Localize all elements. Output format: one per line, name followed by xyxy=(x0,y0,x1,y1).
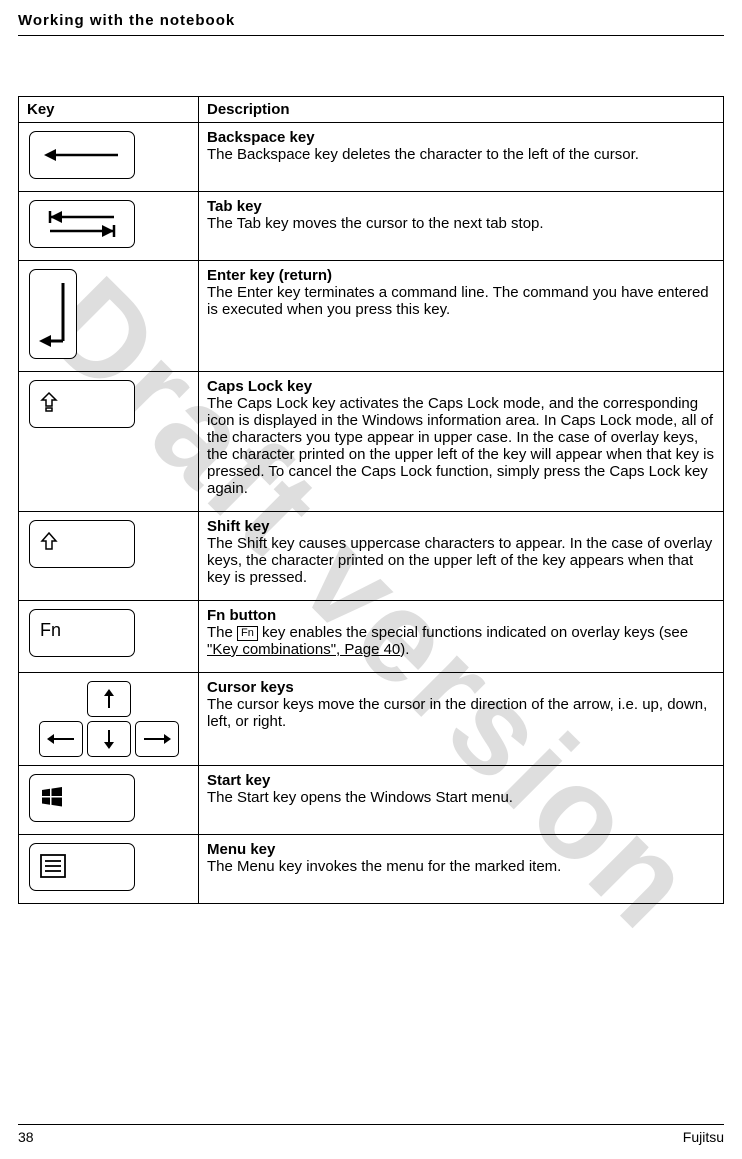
desc-title: Backspace key xyxy=(207,129,315,146)
desc-title: Shift key xyxy=(207,518,270,535)
key-description-table: Key Description Backspace key The Backsp xyxy=(18,96,724,904)
arrow-left-key-icon xyxy=(39,721,83,757)
table-row: Fn Fn button The Fn key enables the spec… xyxy=(19,601,724,673)
key-cell-start xyxy=(19,766,199,835)
desc-text: The Shift key causes uppercase character… xyxy=(207,535,712,586)
desc-title: Cursor keys xyxy=(207,679,294,696)
tab-key-icon xyxy=(29,200,135,248)
desc-text: The Start key opens the Windows Start me… xyxy=(207,789,513,806)
capslock-key-icon xyxy=(29,380,135,428)
start-key-icon xyxy=(29,774,135,822)
key-cell-capslock xyxy=(19,372,199,512)
desc-text: The Enter key terminates a command line.… xyxy=(207,284,709,318)
desc-text: The Caps Lock key activates the Caps Loc… xyxy=(207,395,714,497)
page-number: 38 xyxy=(18,1129,34,1145)
arrow-up-key-icon xyxy=(87,681,131,717)
desc-text: The Menu key invokes the menu for the ma… xyxy=(207,858,561,875)
desc-cell-fn: Fn button The Fn key enables the special… xyxy=(199,601,724,673)
fn-inline-icon: Fn xyxy=(237,626,258,641)
desc-text: The cursor keys move the cursor in the d… xyxy=(207,696,707,730)
arrow-down-key-icon xyxy=(87,721,131,757)
desc-cell-start: Start key The Start key opens the Window… xyxy=(199,766,724,835)
desc-text: The Tab key moves the cursor to the next… xyxy=(207,215,544,232)
desc-cell-shift: Shift key The Shift key causes uppercase… xyxy=(199,512,724,601)
desc-text: The Backspace key deletes the character … xyxy=(207,146,639,163)
desc-text: The Fn key enables the special functions… xyxy=(207,624,688,658)
desc-cell-enter: Enter key (return) The Enter key termina… xyxy=(199,261,724,372)
key-cell-fn: Fn xyxy=(19,601,199,673)
backspace-key-icon xyxy=(29,131,135,179)
key-combinations-link[interactable]: "Key combinations", Page 40 xyxy=(207,641,400,658)
cursor-keys-icon xyxy=(29,681,188,757)
arrow-right-key-icon xyxy=(135,721,179,757)
desc-title: Menu key xyxy=(207,841,275,858)
column-header-key: Key xyxy=(19,97,199,123)
fn-key-label: Fn xyxy=(40,620,61,641)
desc-title: Enter key (return) xyxy=(207,267,332,284)
shift-key-icon xyxy=(29,520,135,568)
desc-title: Tab key xyxy=(207,198,262,215)
enter-key-icon xyxy=(29,269,77,359)
desc-cell-backspace: Backspace key The Backspace key deletes … xyxy=(199,123,724,192)
key-cell-backspace xyxy=(19,123,199,192)
table-row: Tab key The Tab key moves the cursor to … xyxy=(19,192,724,261)
desc-title: Fn button xyxy=(207,607,276,624)
page-header: Working with the notebook xyxy=(18,12,724,36)
desc-cell-capslock: Caps Lock key The Caps Lock key activate… xyxy=(199,372,724,512)
table-row: Start key The Start key opens the Window… xyxy=(19,766,724,835)
key-cell-enter xyxy=(19,261,199,372)
windows-icon xyxy=(40,785,64,809)
fn-text-post: ). xyxy=(400,641,409,658)
fn-text-pre: The xyxy=(207,624,237,641)
key-cell-tab xyxy=(19,192,199,261)
table-row: Cursor keys The cursor keys move the cur… xyxy=(19,673,724,766)
desc-title: Start key xyxy=(207,772,270,789)
page-footer: 38 Fujitsu xyxy=(18,1124,724,1145)
brand-name: Fujitsu xyxy=(683,1129,724,1145)
fn-text-mid: key enables the special functions indica… xyxy=(258,624,688,641)
table-row: Caps Lock key The Caps Lock key activate… xyxy=(19,372,724,512)
key-cell-cursor xyxy=(19,673,199,766)
desc-title: Caps Lock key xyxy=(207,378,312,395)
table-row: Backspace key The Backspace key deletes … xyxy=(19,123,724,192)
key-cell-menu xyxy=(19,835,199,904)
desc-cell-tab: Tab key The Tab key moves the cursor to … xyxy=(199,192,724,261)
desc-cell-cursor: Cursor keys The cursor keys move the cur… xyxy=(199,673,724,766)
menu-key-icon xyxy=(29,843,135,891)
key-cell-shift xyxy=(19,512,199,601)
table-row: Enter key (return) The Enter key termina… xyxy=(19,261,724,372)
table-row: Menu key The Menu key invokes the menu f… xyxy=(19,835,724,904)
table-row: Shift key The Shift key causes uppercase… xyxy=(19,512,724,601)
fn-key-icon: Fn xyxy=(29,609,135,657)
desc-cell-menu: Menu key The Menu key invokes the menu f… xyxy=(199,835,724,904)
column-header-description: Description xyxy=(199,97,724,123)
